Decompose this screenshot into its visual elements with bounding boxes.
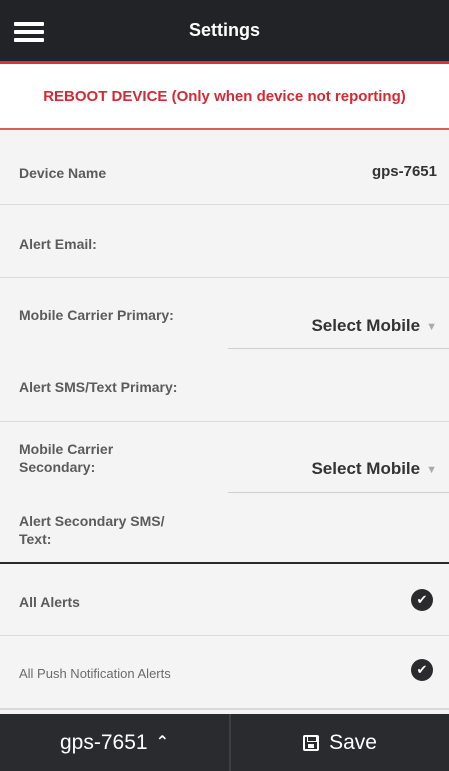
device-name-row: Device Name gps-7651 <box>0 130 449 205</box>
sms-secondary-label-line1: Alert Secondary SMS/ <box>19 513 165 529</box>
select-underline <box>228 348 449 349</box>
device-name-value[interactable]: gps-7651 <box>372 163 437 180</box>
carrier-primary-row: Mobile Carrier Primary: Select Mobile ▼ <box>0 278 449 351</box>
chevron-down-icon: ▼ <box>426 320 437 333</box>
select-underline <box>228 492 449 493</box>
sms-primary-row[interactable]: Alert SMS/Text Primary: <box>0 351 449 422</box>
alert-email-label: Alert Email: <box>19 236 97 252</box>
chevron-down-icon: ▼ <box>426 463 437 476</box>
carrier-primary-label: Mobile Carrier Primary: <box>19 307 174 323</box>
page-title: Settings <box>188 20 260 40</box>
carrier-secondary-select[interactable]: Select Mobile ▼ <box>311 459 437 479</box>
all-alerts-row[interactable]: All Alerts ✔ <box>0 564 449 636</box>
carrier-secondary-row: Mobile Carrier Secondary: Select Mobile ▼ <box>0 422 449 494</box>
sms-primary-label: Alert SMS/Text Primary: <box>19 379 178 395</box>
carrier-primary-selected: Select Mobile <box>311 316 421 335</box>
all-alerts-check-icon[interactable]: ✔ <box>411 589 433 611</box>
carrier-secondary-label-line1: Mobile Carrier <box>19 441 114 457</box>
carrier-secondary-selected: Select Mobile <box>311 459 421 478</box>
all-alerts-label: All Alerts <box>19 594 80 610</box>
chevron-up-icon: ⌃ <box>155 734 169 751</box>
alert-email-row[interactable]: Alert Email: <box>0 205 449 278</box>
reboot-device-button[interactable]: REBOOT DEVICE (Only when device not repo… <box>0 64 449 130</box>
save-icon <box>303 735 320 751</box>
push-alerts-label: All Push Notification Alerts <box>19 666 171 681</box>
device-switcher-button[interactable]: gps-7651 ⌃ <box>0 714 229 771</box>
device-switcher-label: gps-7651 <box>60 731 148 754</box>
carrier-secondary-label-line2: Secondary: <box>19 459 96 475</box>
sms-secondary-label: Alert Secondary SMS/ Text: <box>19 512 165 548</box>
carrier-secondary-label: Mobile Carrier Secondary: <box>19 440 113 476</box>
bottom-bar: gps-7651 ⌃ Save <box>0 714 449 771</box>
sms-secondary-row[interactable]: Alert Secondary SMS/ Text: <box>0 494 449 564</box>
sms-secondary-label-line2: Text: <box>19 531 52 547</box>
push-alerts-row[interactable]: All Push Notification Alerts ✔ <box>0 636 449 710</box>
device-name-label: Device Name <box>19 165 107 181</box>
carrier-primary-select[interactable]: Select Mobile ▼ <box>311 316 437 336</box>
app-header: Settings <box>0 0 449 61</box>
push-alerts-check-icon[interactable]: ✔ <box>411 659 433 681</box>
save-button[interactable]: Save <box>231 714 449 771</box>
save-label: Save <box>329 731 377 754</box>
